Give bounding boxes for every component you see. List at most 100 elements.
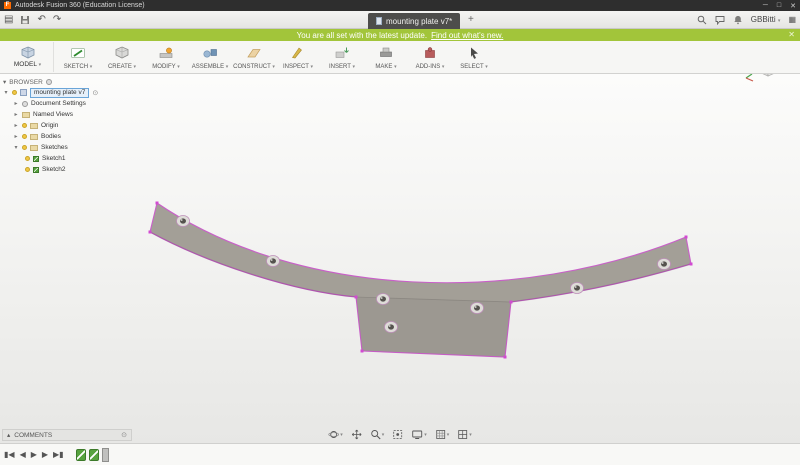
- update-banner: You are all set with the latest update. …: [0, 29, 800, 41]
- user-account-button[interactable]: GBBitti ▾: [751, 15, 781, 24]
- assemble-icon: [203, 49, 217, 58]
- ribbon-group-insert[interactable]: INSERT ▾: [320, 42, 364, 72]
- tree-item-sketches[interactable]: ▾ Sketches: [3, 142, 155, 153]
- ribbon-group-assemble[interactable]: ASSEMBLE ▾: [188, 42, 232, 72]
- ribbon-group-modify[interactable]: MODIFY ▾: [144, 42, 188, 72]
- viewports-icon: [458, 430, 468, 439]
- tree-expanded-icon[interactable]: ▾: [3, 89, 9, 96]
- skip-to-start-icon[interactable]: ▮◀: [4, 450, 15, 459]
- window-title: Autodesk Fusion 360 (Education License): [15, 2, 145, 9]
- visibility-bulb-icon[interactable]: [12, 90, 17, 95]
- tree-item-label: Origin: [41, 122, 59, 129]
- comments-bar[interactable]: ▴ COMMENTS ⊙: [2, 429, 132, 441]
- visibility-bulb-icon[interactable]: [25, 156, 30, 161]
- tree-item-label: Document Settings: [31, 100, 86, 107]
- zoom-icon: [370, 430, 381, 440]
- apps-grid-icon[interactable]: ▦: [788, 15, 796, 24]
- ribbon-group-sketch[interactable]: SKETCH ▾: [56, 42, 100, 72]
- chevron-down-icon: ▾: [381, 431, 385, 438]
- ribbon-group-construct[interactable]: CONSTRUCT ▾: [232, 42, 276, 72]
- display-settings-button[interactable]: ▾: [411, 429, 427, 440]
- folder-icon: [22, 111, 30, 118]
- tree-item-label: Sketch1: [42, 155, 66, 162]
- save-icon[interactable]: [20, 15, 30, 25]
- visibility-bulb-icon[interactable]: [22, 134, 27, 139]
- maximize-icon[interactable]: □: [777, 2, 781, 10]
- ribbon-group-make[interactable]: MAKE ▾: [364, 42, 408, 72]
- workspace-model-icon: [21, 46, 34, 59]
- make-icon: [380, 47, 392, 57]
- tree-expanded-icon[interactable]: ▾: [13, 144, 19, 151]
- activate-target-icon[interactable]: ⊙: [92, 89, 98, 97]
- new-tab-button[interactable]: +: [468, 14, 474, 25]
- fit-icon: [393, 430, 403, 439]
- visibility-bulb-icon[interactable]: [22, 123, 27, 128]
- timeline-feature-sketch2[interactable]: [88, 448, 99, 461]
- ribbon-group-inspect[interactable]: INSPECT ▾: [276, 42, 320, 72]
- tree-item-label: Sketch2: [42, 166, 66, 173]
- tree-item-bodies[interactable]: ▸ Bodies: [3, 131, 155, 142]
- tree-item-document-settings[interactable]: ▸ Document Settings: [3, 98, 155, 109]
- ribbon-group-select[interactable]: SELECT ▾: [452, 42, 496, 72]
- tree-root-component[interactable]: ▾ mounting plate v7 ⊙: [3, 87, 155, 98]
- visibility-bulb-icon[interactable]: [22, 145, 27, 150]
- timeline-position-marker[interactable]: [101, 447, 109, 462]
- workspace-label: MODEL: [13, 61, 37, 68]
- tree-collapsed-icon[interactable]: ▸: [13, 100, 19, 107]
- document-icon: [376, 17, 382, 25]
- grid-settings-button[interactable]: ▾: [435, 429, 449, 440]
- ribbon-toolbar: MODEL ▾ SKETCH ▾ CREATE ▾ MODIFY ▾ ASSEM…: [0, 41, 800, 74]
- notification-bell-icon[interactable]: [733, 15, 743, 25]
- browser-gear-icon[interactable]: [45, 79, 52, 85]
- whats-new-link[interactable]: Find out what's new.: [431, 31, 503, 40]
- zoom-button[interactable]: ▾: [370, 429, 385, 440]
- folder-icon: [30, 133, 38, 140]
- browser-panel: ▾ BROWSER ▾ mounting plate v7 ⊙ ▸ Docume…: [3, 77, 155, 175]
- tree-item-sketch2[interactable]: Sketch2: [3, 164, 155, 175]
- close-icon[interactable]: ✕: [790, 2, 796, 10]
- redo-icon[interactable]: ↷: [53, 14, 61, 25]
- titlebar: F Autodesk Fusion 360 (Education License…: [0, 0, 800, 11]
- comment-icon[interactable]: [715, 15, 725, 25]
- banner-close-icon[interactable]: ✕: [788, 30, 795, 39]
- tree-item-label: Bodies: [41, 133, 61, 140]
- display-settings-icon: [412, 430, 423, 439]
- workspace-selector[interactable]: MODEL ▾: [2, 42, 54, 72]
- collapse-up-icon[interactable]: ▴: [7, 431, 10, 439]
- construct-icon: [247, 49, 261, 58]
- timeline-feature-sketch1[interactable]: [75, 448, 86, 461]
- root-component-label[interactable]: mounting plate v7: [30, 87, 90, 98]
- ribbon-group-create[interactable]: CREATE ▾: [100, 42, 144, 72]
- orbit-button[interactable]: ▾: [328, 429, 343, 440]
- document-tab[interactable]: mounting plate v7*: [368, 13, 461, 29]
- banner-message: You are all set with the latest update.: [296, 30, 428, 40]
- skip-to-end-icon[interactable]: ▶▮: [53, 450, 64, 459]
- fit-button[interactable]: [392, 429, 403, 440]
- tree-collapsed-icon[interactable]: ▸: [13, 133, 19, 140]
- folder-icon: [30, 144, 38, 151]
- pan-button[interactable]: [351, 429, 362, 440]
- search-icon[interactable]: [697, 15, 707, 25]
- navigation-toolbar: ▾ ▾ ▾ ▾ ▾: [328, 429, 472, 440]
- fusion360-window: F Autodesk Fusion 360 (Education License…: [0, 0, 800, 465]
- undo-icon[interactable]: ↶: [37, 14, 45, 25]
- panel-collapse-icon[interactable]: ▾: [3, 78, 6, 86]
- ribbon-group-addins[interactable]: ADD-INS ▾: [408, 42, 452, 72]
- play-icon[interactable]: ▶: [31, 450, 37, 459]
- step-back-icon[interactable]: ◀: [20, 450, 26, 459]
- step-forward-icon[interactable]: ▶: [42, 450, 48, 459]
- file-menu-icon[interactable]: ▤: [4, 14, 13, 25]
- tree-collapsed-icon[interactable]: ▸: [13, 111, 19, 118]
- tree-item-origin[interactable]: ▸ Origin: [3, 120, 155, 131]
- addins-icon: [425, 47, 435, 58]
- tree-item-named-views[interactable]: ▸ Named Views: [3, 109, 155, 120]
- folder-icon: [30, 122, 38, 129]
- minimize-icon[interactable]: ─: [763, 2, 768, 10]
- comments-target-icon[interactable]: ⊙: [121, 431, 127, 439]
- browser-title: BROWSER: [9, 78, 43, 86]
- tree-item-sketch1[interactable]: Sketch1: [3, 153, 155, 164]
- viewports-button[interactable]: ▾: [457, 429, 472, 440]
- visibility-bulb-icon[interactable]: [25, 167, 30, 172]
- tree-collapsed-icon[interactable]: ▸: [13, 122, 19, 129]
- insert-icon: [335, 47, 349, 58]
